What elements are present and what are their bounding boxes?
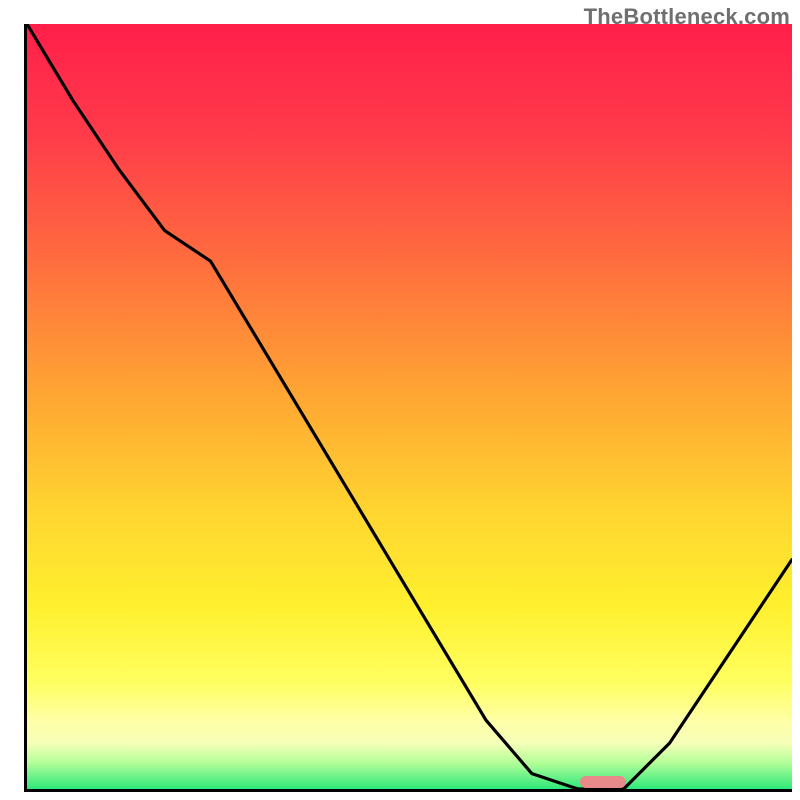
bottleneck-curve: [27, 24, 792, 789]
watermark-text: TheBottleneck.com: [584, 4, 790, 30]
minimum-marker: [580, 776, 626, 788]
chart-frame: TheBottleneck.com: [0, 0, 800, 800]
plot-area: [24, 24, 792, 792]
